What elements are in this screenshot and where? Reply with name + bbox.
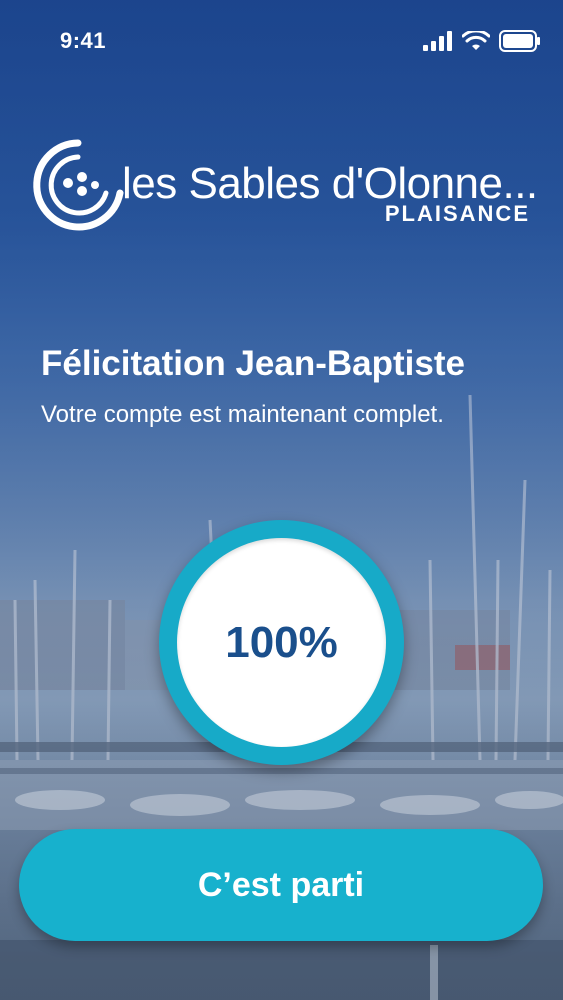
progress-value: 100%	[225, 617, 338, 667]
status-time: 9:41	[60, 28, 107, 53]
congratulation-subtitle: Votre compte est maintenant complet.	[41, 401, 444, 428]
start-button[interactable]: C’est parti	[19, 829, 543, 941]
completion-screen: 9:41 les Sables d'Olonne... PLAISANCE Fé…	[0, 0, 563, 1000]
progress-circle: 100%	[177, 538, 386, 747]
battery-icon	[499, 30, 540, 52]
logo-subtitle: PLAISANCE	[384, 201, 530, 226]
congratulation-title: Félicitation Jean-Baptiste	[41, 344, 465, 383]
status-icons	[423, 30, 541, 52]
cellular-signal-icon	[423, 31, 452, 51]
brand-logo: les Sables d'Olonne... PLAISANCE	[28, 135, 538, 235]
logo-emblem-icon	[33, 139, 124, 231]
wifi-icon	[462, 31, 490, 50]
status-bar: 9:41	[0, 0, 563, 80]
